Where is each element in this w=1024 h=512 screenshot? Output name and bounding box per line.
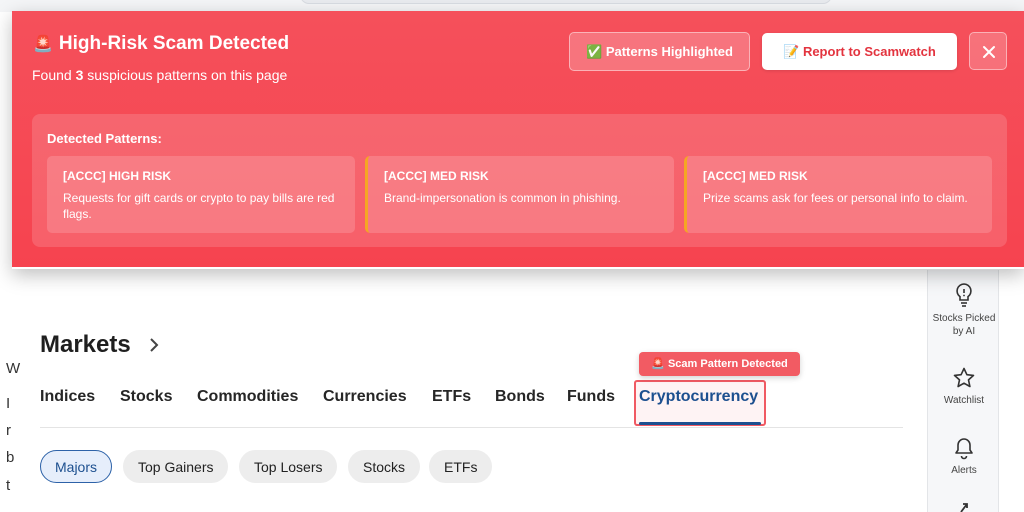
address-bar[interactable] bbox=[300, 0, 832, 4]
active-tab-indicator bbox=[639, 422, 761, 425]
lightbulb-icon bbox=[956, 283, 972, 307]
left-truncated-text: W I r b t bbox=[0, 270, 20, 512]
close-icon bbox=[983, 46, 995, 58]
patterns-highlighted-button[interactable]: ✅ Patterns Highlighted bbox=[569, 32, 750, 71]
siren-icon: 🚨 bbox=[33, 36, 53, 53]
edge-char: r bbox=[6, 422, 11, 439]
edge-char: t bbox=[6, 477, 11, 494]
edge-char: W bbox=[6, 360, 21, 377]
subtitle-suffix: suspicious patterns on this page bbox=[87, 67, 288, 83]
rail-item-label: Alerts bbox=[951, 465, 977, 476]
pill-top-gainers[interactable]: Top Gainers bbox=[123, 450, 229, 483]
star-icon bbox=[953, 367, 975, 388]
report-to-scamwatch-button[interactable]: 📝 Report to Scamwatch bbox=[762, 33, 957, 70]
scam-alert-banner: 🚨 High-Risk Scam Detected Found 3 suspici… bbox=[12, 11, 1024, 269]
tab-funds[interactable]: Funds bbox=[567, 388, 615, 406]
tab-stocks[interactable]: Stocks bbox=[120, 388, 172, 406]
pattern-count: 3 bbox=[75, 67, 84, 83]
pattern-card-title: [ACCC] HIGH RISK bbox=[63, 169, 171, 183]
tab-currencies[interactable]: Currencies bbox=[323, 388, 407, 406]
bell-icon bbox=[955, 438, 973, 460]
pill-etfs[interactable]: ETFs bbox=[429, 450, 493, 483]
pattern-card-title: [ACCC] MED RISK bbox=[384, 169, 489, 183]
markets-tabs: Indices Stocks Commodities Currencies ET… bbox=[40, 388, 903, 428]
markets-title[interactable]: Markets bbox=[40, 331, 131, 359]
subtitle-prefix: Found bbox=[32, 67, 72, 83]
right-rail: Stocks Picked by AI Watchlist Alerts bbox=[927, 270, 999, 512]
pill-stocks[interactable]: Stocks bbox=[348, 450, 421, 483]
rail-item-label: Watchlist bbox=[943, 395, 985, 406]
chevron-right-icon[interactable] bbox=[147, 336, 161, 354]
banner-subtitle: Found 3 suspicious patterns on this page bbox=[32, 67, 287, 83]
banner-title-text: High-Risk Scam Detected bbox=[58, 33, 290, 54]
tab-bonds[interactable]: Bonds bbox=[495, 388, 545, 406]
detected-patterns-heading: Detected Patterns: bbox=[47, 131, 162, 146]
scam-pattern-badge: 🚨 Scam Pattern Detected bbox=[639, 352, 800, 376]
banner-title: 🚨 High-Risk Scam Detected bbox=[33, 33, 289, 55]
pattern-card-desc: Prize scams ask for fees or personal inf… bbox=[703, 191, 968, 205]
pattern-card-title: [ACCC] MED RISK bbox=[703, 169, 808, 183]
rail-item-stocks-ai[interactable]: Stocks Picked by AI bbox=[928, 282, 1000, 338]
pattern-card-high: [ACCC] HIGH RISK Requests for gift cards… bbox=[47, 156, 355, 233]
tab-commodities[interactable]: Commodities bbox=[197, 388, 298, 406]
tab-etfs[interactable]: ETFs bbox=[432, 388, 471, 406]
pattern-card-desc: Brand-impersonation is common in phishin… bbox=[384, 191, 621, 205]
tab-cryptocurrency[interactable]: Cryptocurrency bbox=[639, 388, 758, 406]
pattern-card-med: [ACCC] MED RISK Brand-impersonation is c… bbox=[365, 156, 674, 233]
close-button[interactable] bbox=[969, 32, 1007, 70]
pill-top-losers[interactable]: Top Losers bbox=[239, 450, 338, 483]
arrow-up-right-icon bbox=[960, 503, 968, 512]
pill-majors[interactable]: Majors bbox=[40, 450, 113, 483]
rail-item-watchlist[interactable]: Watchlist bbox=[928, 366, 1000, 407]
rail-item-alerts[interactable]: Alerts bbox=[928, 436, 1000, 477]
edge-char: b bbox=[6, 449, 15, 466]
detected-patterns-panel: Detected Patterns: [ACCC] HIGH RISK Requ… bbox=[32, 114, 1007, 247]
rail-item-label: Stocks Picked by AI bbox=[932, 313, 996, 337]
tab-indices[interactable]: Indices bbox=[40, 388, 95, 406]
rail-item-more[interactable] bbox=[928, 500, 1000, 512]
edge-char: I bbox=[6, 395, 11, 412]
pattern-card-desc: Requests for gift cards or crypto to pay… bbox=[63, 191, 335, 221]
pattern-card-med: [ACCC] MED RISK Prize scams ask for fees… bbox=[684, 156, 992, 233]
